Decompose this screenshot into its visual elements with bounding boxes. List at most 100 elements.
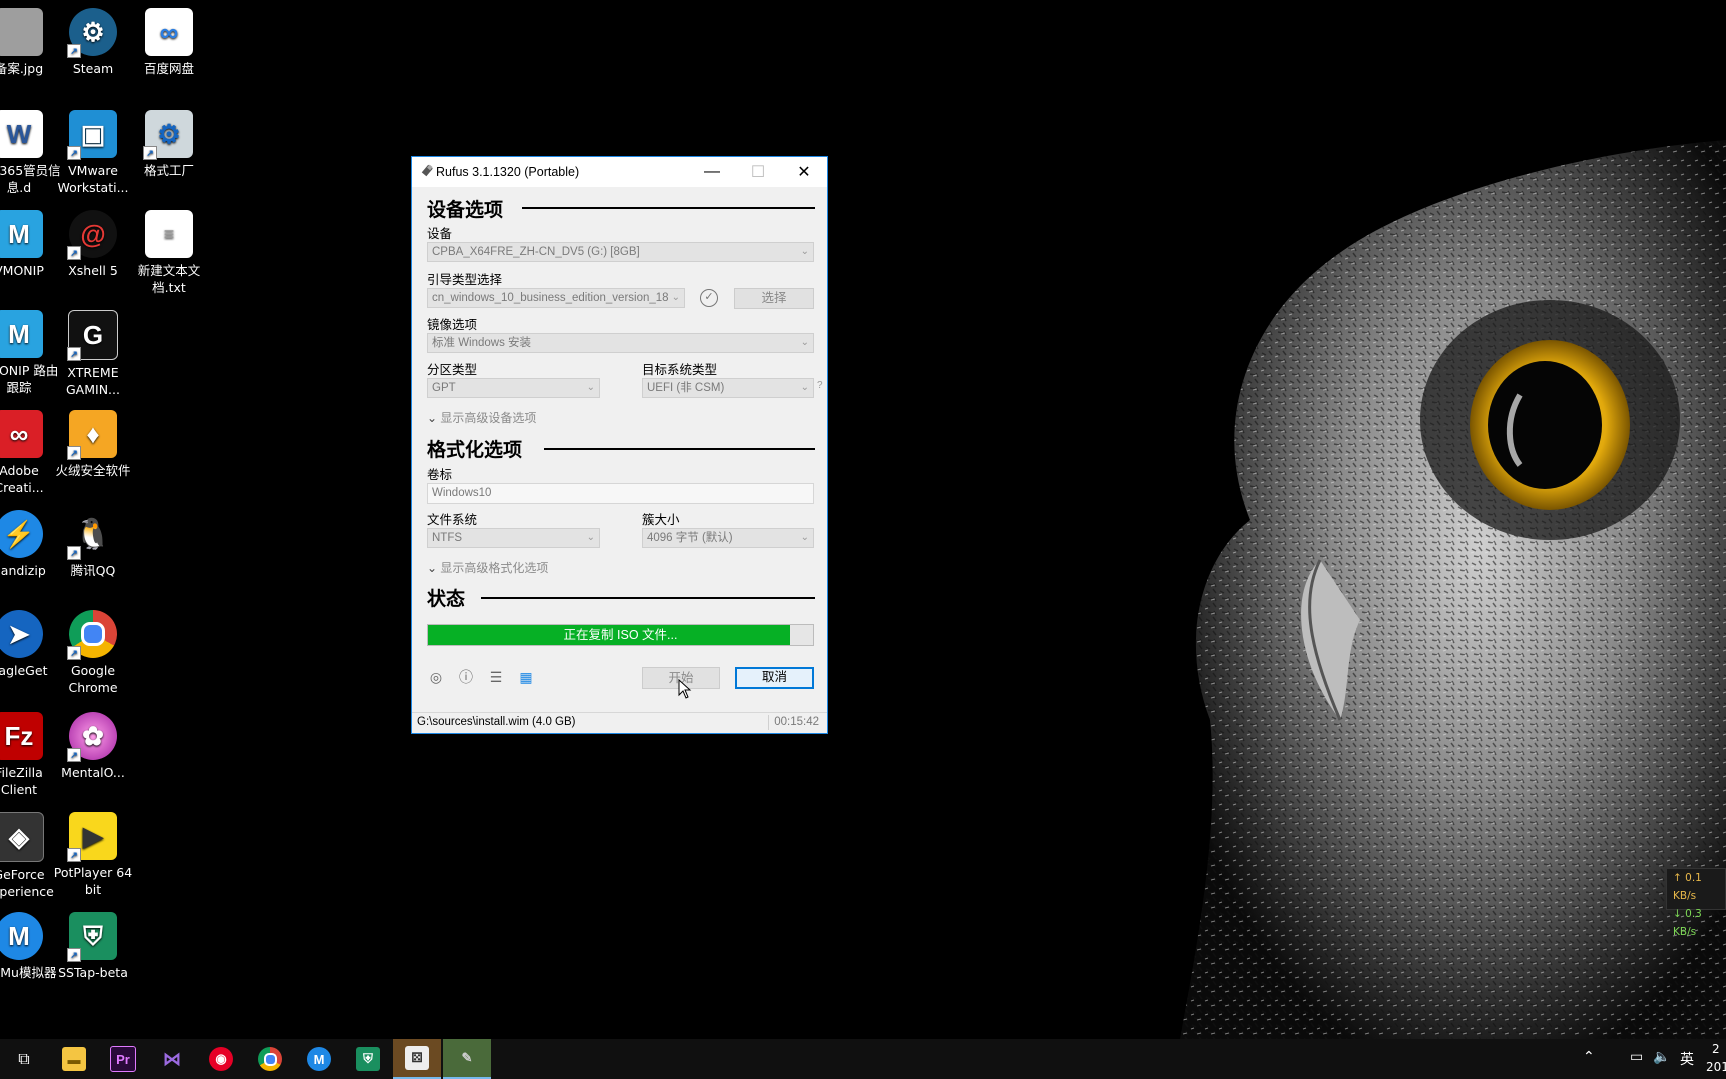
rufus-icon: ✎ [461, 1050, 473, 1065]
volume-label-label: 卷标 [427, 468, 453, 482]
advanced-device-toggle[interactable]: ⌄ 显示高级设备选项 [427, 409, 536, 426]
progress-text: 正在复制 ISO 文件... [563, 628, 678, 642]
taskbar-file-explorer[interactable]: ▬ [50, 1039, 98, 1079]
file-system-select[interactable]: NTFS ⌄ [427, 528, 600, 548]
desktop-icon-txt[interactable]: ≡ 新建文本文档.txt [126, 210, 212, 296]
huorong-icon: ⛨ [356, 1047, 380, 1071]
desktop-icon-steam[interactable]: ⚙ ↗ Steam [50, 8, 136, 77]
volume-label-input[interactable]: Windows10 [427, 483, 814, 504]
status-heading: 状态 [427, 589, 466, 610]
taskbar-visual-studio[interactable]: ⋈ [148, 1039, 196, 1079]
taskbar-mumu[interactable]: M [295, 1039, 343, 1079]
file-system-value: NTFS [432, 532, 463, 544]
clock-date[interactable]: 201 [1706, 1060, 1726, 1074]
image-option-select[interactable]: 标准 Windows 安装 ⌄ [427, 333, 814, 353]
desktop-icon-huorong[interactable]: ♦ ↗ 火绒安全软件 [50, 410, 136, 479]
chevron-down-icon: ⌄ [427, 561, 438, 575]
log-table-icon[interactable]: ▦ [517, 668, 535, 686]
task-view-icon: ⧉ [18, 1049, 30, 1068]
mouse-cursor-icon [678, 679, 692, 699]
desktop-icon-xshell[interactable]: @ ↗ Xshell 5 [50, 210, 136, 279]
taskbar-chrome[interactable] [246, 1039, 294, 1079]
partition-scheme-select[interactable]: GPT ⌄ [427, 378, 600, 398]
volume-icon[interactable]: 🔈 [1653, 1049, 1670, 1065]
taskbar-dice-app[interactable]: ⚄ [393, 1039, 441, 1079]
desktop-icon-potplayer[interactable]: ▶ ↗ PotPlayer 64 bit [50, 812, 136, 898]
elapsed-time: 00:15:42 [774, 716, 819, 728]
chevron-down-icon: ⌄ [800, 246, 809, 257]
chevron-down-icon: ⌄ [427, 411, 438, 425]
show-hidden-icons-chevron-icon[interactable]: ⌃ [1583, 1049, 1595, 1065]
window-title: Rufus 3.1.1320 (Portable) [436, 165, 580, 179]
taskbar-huorong[interactable]: ⛨ [344, 1039, 392, 1079]
desktop-icon-label: VMware Workstati... [57, 163, 129, 195]
boot-type-select[interactable]: cn_windows_10_business_edition_version_1… [427, 288, 685, 308]
desktop-icon-label: 火绒安全软件 [55, 463, 131, 478]
desktop-icon-label: XTREME GAMIN... [66, 365, 120, 397]
upload-speed: ↑ 0.1 KB/s [1673, 872, 1702, 902]
target-system-value: UEFI (非 CSM) [647, 382, 725, 394]
vmware-icon: ▣ ↗ [67, 110, 117, 160]
desktop-icon-label: 百度网盘 [143, 61, 194, 76]
desktop-icon-format-factory[interactable]: ⚙ ↗ 格式工厂 [126, 110, 212, 179]
advanced-format-toggle[interactable]: ⌄ 显示高级格式化选项 [427, 559, 548, 576]
chevron-down-icon: ⌄ [800, 337, 809, 348]
settings-sliders-icon[interactable]: ☰ [487, 668, 505, 686]
about-info-icon[interactable]: ⓘ [457, 668, 475, 686]
desktop-icon-chrome[interactable]: ↗ Google Chrome [50, 610, 136, 696]
desktop-icon-sstap[interactable]: ⛨ ↗ SSTap-beta [50, 912, 136, 981]
minimize-button[interactable]: — [689, 157, 735, 187]
close-button[interactable]: ✕ [781, 157, 827, 187]
desktop-icon-label: 腾讯QQ [70, 563, 116, 578]
cluster-size-label: 簇大小 [642, 513, 680, 527]
baidu-netdisk-icon: ∞ [145, 8, 193, 56]
desktop-icon-baidu[interactable]: ∞ 百度网盘 [126, 8, 212, 77]
huorong-icon: ♦ ↗ [67, 410, 117, 460]
device-label: 设备 [427, 227, 453, 241]
clock-time[interactable]: 2 [1712, 1042, 1720, 1056]
taskbar-netease-music[interactable]: ◉ [197, 1039, 245, 1079]
maximize-button[interactable]: ☐ [735, 157, 781, 187]
mumu-icon: M [0, 912, 43, 960]
select-image-button[interactable]: 选择 [734, 288, 814, 309]
device-select-value: CPBA_X64FRE_ZH-CN_DV5 (G:) [8GB] [432, 246, 640, 258]
image-file-icon [0, 8, 43, 56]
bandizip-icon: ⚡ [0, 510, 43, 558]
taskbar-premiere[interactable]: Pr [99, 1039, 147, 1079]
divider [481, 597, 815, 599]
cancel-button[interactable]: 取消 [735, 667, 814, 689]
status-bar: G:\sources\install.wim (4.0 GB) 00:15:42 [412, 712, 827, 733]
target-system-select[interactable]: UEFI (非 CSM) ⌄ [642, 378, 814, 398]
cluster-size-select[interactable]: 4096 字节 (默认) ⌄ [642, 528, 814, 548]
language-globe-icon[interactable]: ◎ [427, 668, 445, 686]
boot-type-label: 引导类型选择 [427, 273, 503, 287]
divider [544, 448, 815, 450]
divider [768, 715, 769, 730]
check-hash-icon[interactable]: ✓ [700, 289, 718, 307]
task-view-button[interactable]: ⧉ [0, 1039, 48, 1079]
desktop-icon-label: Xshell 5 [68, 263, 118, 278]
device-select[interactable]: CPBA_X64FRE_ZH-CN_DV5 (G:) [8GB] ⌄ [427, 242, 814, 262]
cluster-size-value: 4096 字节 (默认) [647, 532, 733, 544]
help-question-mark[interactable]: ? [817, 380, 823, 391]
network-icon[interactable]: ▭ [1630, 1049, 1643, 1065]
qq-icon: 🐧 ↗ [67, 510, 117, 560]
boot-type-value: cn_windows_10_business_edition_version_1… [432, 292, 669, 304]
desktop-icon-vmware[interactable]: ▣ ↗ VMware Workstati... [50, 110, 136, 196]
desktop-icon-label: SSTap-beta [58, 965, 128, 980]
target-system-label: 目标系统类型 [642, 363, 718, 377]
chevron-down-icon: ⌄ [586, 382, 595, 393]
partition-scheme-value: GPT [432, 382, 456, 394]
desktop-icon-xtreme[interactable]: G ↗ XTREME GAMIN... [50, 310, 136, 398]
adobe-cc-icon: ∞ [0, 410, 43, 458]
chevron-down-icon: ⌄ [800, 532, 809, 543]
ime-indicator[interactable]: 英 [1680, 1049, 1694, 1069]
desktop-icon-label: PotPlayer 64 bit [53, 865, 133, 897]
taskbar-rufus[interactable]: ✎ [443, 1039, 491, 1079]
advanced-device-toggle-label: 显示高级设备选项 [440, 411, 537, 425]
desktop-icon-mentalo[interactable]: ✿ ↗ MentalO... [50, 712, 136, 781]
title-bar[interactable]: Rufus 3.1.1320 (Portable) — ☐ ✕ [412, 157, 827, 187]
word-doc-icon: W [0, 110, 43, 158]
format-factory-icon: ⚙ ↗ [143, 110, 193, 160]
desktop-icon-qq[interactable]: 🐧 ↗ 腾讯QQ [50, 510, 136, 579]
